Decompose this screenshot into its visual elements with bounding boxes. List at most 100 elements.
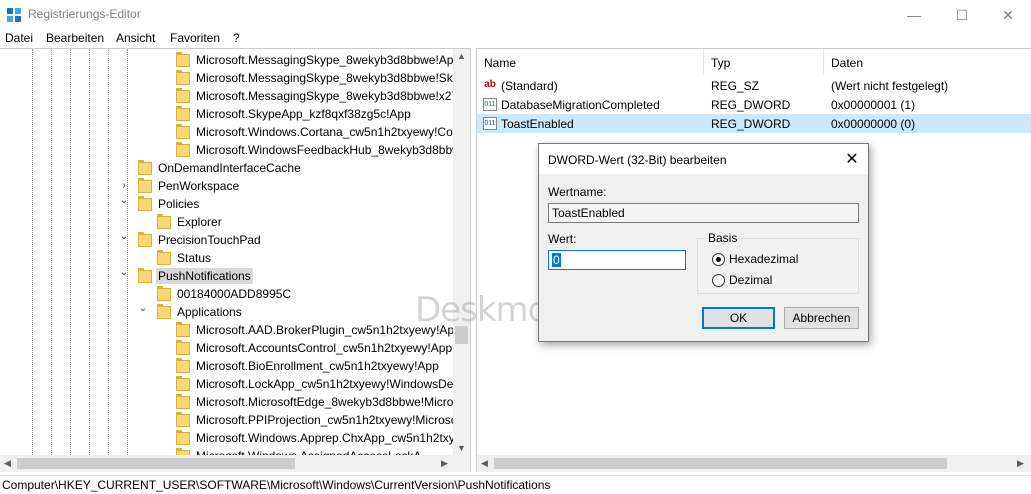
menu-bearbeiten[interactable]: Bearbeiten <box>46 31 104 45</box>
collapse-arrow-icon[interactable]: ⌄ <box>119 231 129 242</box>
tree-node[interactable]: 00184000ADD8995C <box>157 285 293 303</box>
maximize-button[interactable]: ☐ <box>939 0 985 30</box>
value-name: ToastEnabled <box>501 117 574 131</box>
tree-node-label: Microsoft.SkypeApp_kzf8qxf38zg5c!App <box>196 107 411 121</box>
folder-icon <box>138 195 152 211</box>
column-header-name[interactable]: Name <box>477 49 704 74</box>
tree-node[interactable]: Microsoft.Windows.Apprep.ChxApp_cw5n1h2t… <box>176 429 457 447</box>
binary-value-icon: 011 <box>483 98 497 111</box>
cancel-button[interactable]: Abbrechen <box>784 307 859 329</box>
collapse-arrow-icon[interactable]: ⌄ <box>119 195 129 206</box>
value-name: (Standard) <box>501 79 558 93</box>
tree-node[interactable]: Microsoft.AccountsControl_cw5n1h2txyewy!… <box>176 339 454 357</box>
dec-radio[interactable]: Dezimal <box>712 273 772 287</box>
tree-guide-line <box>51 49 52 472</box>
tree-guide-line <box>89 49 90 472</box>
key-tree-pane[interactable]: Microsoft.MessagingSkype_8wekyb3d8bbwe!A… <box>0 48 471 472</box>
tree-node[interactable]: Microsoft.MessagingSkype_8wekyb3d8bbwe!A… <box>176 51 462 69</box>
radio-unchecked-icon <box>712 273 725 287</box>
collapse-arrow-icon[interactable]: ⌄ <box>119 267 129 278</box>
value-row[interactable]: ab (Standard) REG_SZ (Wert nicht festgel… <box>477 76 1031 95</box>
menu-datei[interactable]: Datei <box>5 31 33 45</box>
folder-icon <box>176 429 190 445</box>
expand-arrow-icon[interactable]: › <box>119 180 129 191</box>
folder-icon <box>157 213 171 229</box>
scroll-left-icon[interactable]: ◀ <box>4 458 11 469</box>
tree-node-selected[interactable]: PushNotifications <box>138 267 253 285</box>
window-title: Registrierungs-Editor <box>28 7 141 21</box>
title-bar: Registrierungs-Editor — ☐ ✕ <box>0 0 1031 30</box>
minimize-button[interactable]: — <box>891 0 937 30</box>
scroll-right-icon[interactable]: ▶ <box>1017 458 1024 469</box>
menu-ansicht[interactable]: Ansicht <box>116 31 155 45</box>
tree-node[interactable]: Microsoft.Windows.Cortana_cw5n1h2txyewy!… <box>176 123 459 141</box>
tree-node-label: Applications <box>177 305 242 319</box>
tree-node[interactable]: Microsoft.MessagingSkype_8wekyb3d8bbwe!x… <box>176 87 467 105</box>
value-type: REG_DWORD <box>711 117 791 131</box>
tree-node[interactable]: Microsoft.MessagingSkype_8wekyb3d8bbwe!S… <box>176 69 470 87</box>
scroll-left-icon[interactable]: ◀ <box>481 458 488 469</box>
scroll-right-icon[interactable]: ▶ <box>441 458 448 469</box>
tree-node-label: Microsoft.WindowsFeedbackHub_8wekyb3d8bb… <box>196 143 461 157</box>
folder-icon <box>176 321 190 337</box>
menu-favoriten[interactable]: Favoriten <box>170 31 220 45</box>
tree-node-label: Microsoft.Windows.Apprep.ChxApp_cw5n1h2t… <box>196 431 455 445</box>
tree-node[interactable]: Microsoft.WindowsFeedbackHub_8wekyb3d8bb… <box>176 141 463 159</box>
tree-node[interactable]: Microsoft.PPIProjection_cw5n1h2txyewy!Mi… <box>176 411 459 429</box>
close-button[interactable]: ✕ <box>985 0 1031 30</box>
tree-guide-line <box>108 49 109 472</box>
ok-button[interactable]: OK <box>702 307 775 329</box>
tree-node[interactable]: OnDemandInterfaceCache <box>138 159 303 177</box>
tree-node[interactable]: Microsoft.MicrosoftEdge_8wekyb3d8bbwe!Mi… <box>176 393 455 411</box>
tree-guide-line <box>70 49 71 472</box>
value-data-text: 0 <box>552 253 561 267</box>
scroll-up-icon[interactable]: ▲ <box>457 51 466 61</box>
tree-vertical-scrollbar[interactable]: ▲ ▼ <box>453 49 470 456</box>
value-name-label: Wertname: <box>548 185 607 199</box>
tree-node[interactable]: Microsoft.LockApp_cw5n1h2txyewy!WindowsD… <box>176 375 459 393</box>
scroll-down-icon[interactable]: ▼ <box>457 443 466 453</box>
tree-node[interactable]: Explorer <box>157 213 224 231</box>
value-name-field: ToastEnabled <box>548 203 859 223</box>
value-type: REG_DWORD <box>711 98 791 112</box>
regedit-icon <box>7 8 21 22</box>
folder-icon <box>176 375 190 391</box>
base-groupbox: Basis Hexadezimal Dezimal <box>697 231 859 294</box>
tree-guide-line <box>32 49 33 472</box>
value-row[interactable]: 011 DatabaseMigrationCompleted REG_DWORD… <box>477 95 1031 114</box>
hex-radio[interactable]: Hexadezimal <box>712 252 798 266</box>
dialog-title: DWORD-Wert (32-Bit) bearbeiten <box>548 153 727 167</box>
tree-node-label: Microsoft.MessagingSkype_8wekyb3d8bbwe!A… <box>196 53 461 67</box>
tree-node[interactable]: PrecisionTouchPad <box>138 231 263 249</box>
tree-node[interactable]: Policies <box>138 195 201 213</box>
column-header-data[interactable]: Daten <box>824 49 1031 74</box>
values-horizontal-scrollbar[interactable]: ◀ ▶ <box>477 455 1031 472</box>
tree-node[interactable]: Microsoft.SkypeApp_kzf8qxf38zg5c!App <box>176 105 413 123</box>
column-header-type[interactable]: Typ <box>704 49 824 74</box>
folder-icon <box>176 339 190 355</box>
tree-node[interactable]: Applications <box>157 303 244 321</box>
dialog-close-button[interactable]: ✕ <box>842 149 862 169</box>
tree-horizontal-scrollbar[interactable]: ◀ ▶ <box>0 455 470 472</box>
tree-node[interactable]: PenWorkspace <box>138 177 241 195</box>
value-data-input[interactable]: 0 <box>548 250 686 270</box>
tree-node[interactable]: Microsoft.BioEnrollment_cw5n1h2txyewy!Ap… <box>176 357 441 375</box>
string-value-icon: ab <box>483 79 497 92</box>
folder-icon <box>157 285 171 301</box>
folder-icon <box>176 357 190 373</box>
tree-node-label: Microsoft.MessagingSkype_8wekyb3d8bbwe!x… <box>196 89 465 103</box>
folder-icon <box>138 267 152 283</box>
scroll-thumb[interactable] <box>494 458 947 469</box>
tree-node-label: PushNotifications <box>156 268 253 284</box>
collapse-arrow-icon[interactable]: ⌄ <box>138 303 148 314</box>
menu-help[interactable]: ? <box>233 31 240 45</box>
value-row-selected[interactable]: 011 ToastEnabled REG_DWORD 0x00000000 (0… <box>477 114 1031 133</box>
scroll-thumb[interactable] <box>17 458 295 469</box>
folder-icon <box>138 231 152 247</box>
base-group-title: Basis <box>706 231 740 245</box>
tree-node[interactable]: Status <box>157 249 213 267</box>
tree-node-label: Microsoft.Windows.Cortana_cw5n1h2txyewy!… <box>196 125 457 139</box>
folder-icon <box>176 411 190 427</box>
key-path: Computer\HKEY_CURRENT_USER\SOFTWARE\Micr… <box>2 478 551 492</box>
value-data: 0x00000001 (1) <box>831 98 916 112</box>
